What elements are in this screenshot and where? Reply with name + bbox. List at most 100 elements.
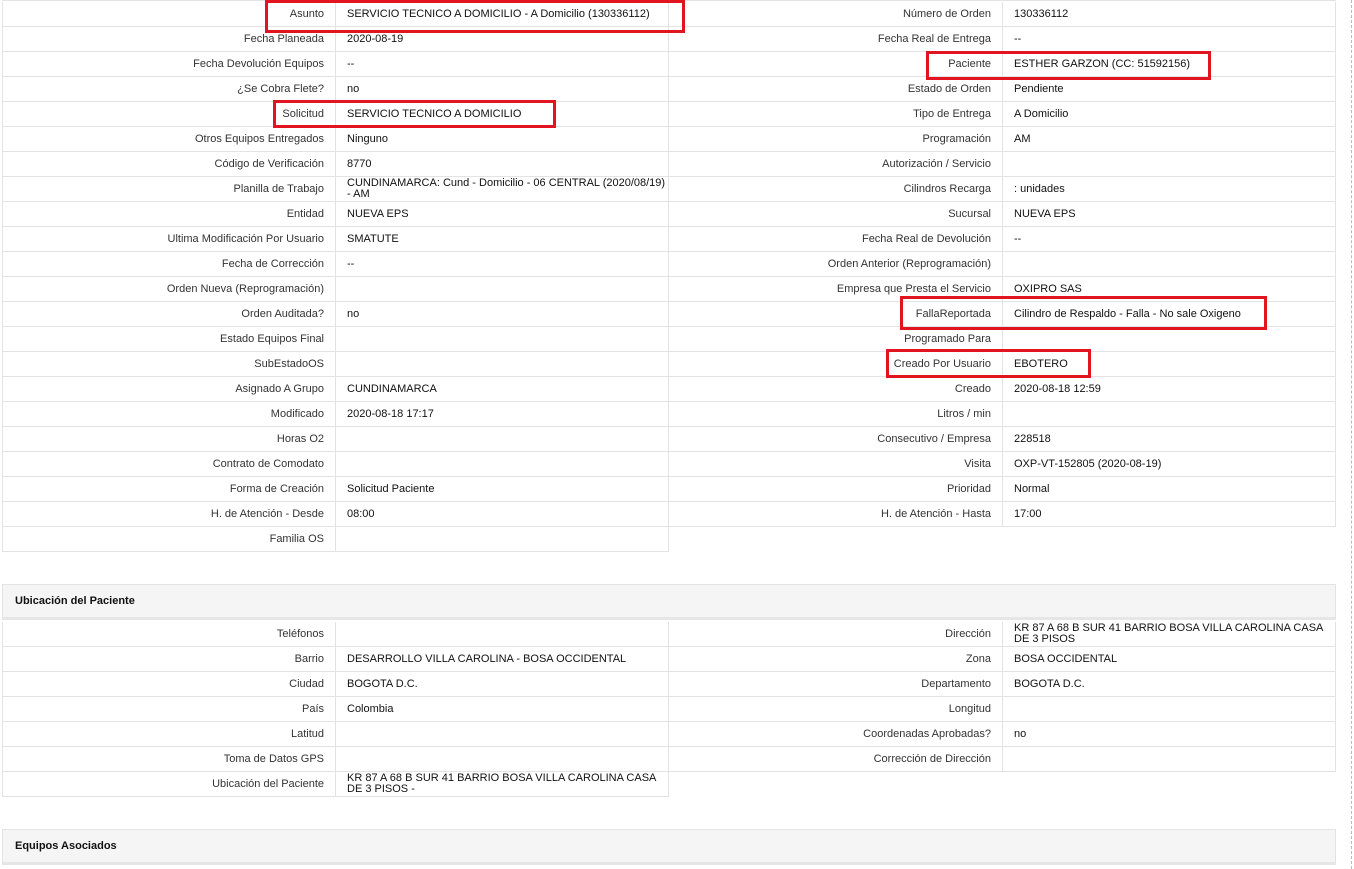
table-row: H. de Atención - Desde 08:00 H. de Atenció…	[2, 502, 1336, 527]
table-row: ¿Se Cobra Flete? no Estado de Orden Pendien…	[2, 77, 1336, 102]
field-value: BOSA OCCIDENTAL	[1003, 647, 1336, 672]
field-label: Latitud	[2, 722, 336, 747]
table-row: Familia OS	[2, 527, 1336, 552]
field-label: Empresa que Presta el Servicio	[669, 277, 1003, 302]
field-value	[336, 747, 669, 772]
field-value: Cilindro de Respaldo - Falla - No sale O…	[1003, 302, 1336, 327]
table-row: Fecha Planeada 2020-08-19 Fecha Real de En…	[2, 27, 1336, 52]
field-value: 8770	[336, 152, 669, 177]
field-value	[1003, 252, 1336, 277]
field-value: CUNDINAMARCA: Cund - Domicilio - 06 CENT…	[336, 177, 669, 202]
table-row: Solicitud SERVICIO TECNICO A DOMICILIO Tip…	[2, 102, 1336, 127]
table-row: Planilla de Trabajo CUNDINAMARCA: Cund - …	[2, 177, 1336, 202]
field-value: Pendiente	[1003, 77, 1336, 102]
table-row: Horas O2 Consecutivo / Empresa 228518	[2, 427, 1336, 452]
field-value	[336, 722, 669, 747]
field-label: Contrato de Comodato	[2, 452, 336, 477]
field-label: País	[2, 697, 336, 722]
field-value: AM	[1003, 127, 1336, 152]
field-label: Prioridad	[669, 477, 1003, 502]
table-row: Fecha de Corrección -- Orden Anterior (Rep…	[2, 252, 1336, 277]
field-label: Corrección de Dirección	[669, 747, 1003, 772]
field-label: Creado Por Usuario	[669, 352, 1003, 377]
table-row: Latitud Coordenadas Aprobadas? no	[2, 722, 1336, 747]
field-label: Solicitud	[2, 102, 336, 127]
field-value	[336, 622, 669, 647]
field-value: 2020-08-19	[336, 27, 669, 52]
section-header-equipment: Equipos Asociados	[2, 829, 1336, 865]
order-details-table: Asunto SERVICIO TECNICO A DOMICILIO - A D…	[2, 2, 1336, 552]
field-value: A Domicilio	[1003, 102, 1336, 127]
table-row: Ubicación del Paciente KR 87 A 68 B SUR 4…	[2, 772, 1336, 797]
field-value: BOGOTA D.C.	[336, 672, 669, 697]
table-row: Modificado 2020-08-18 17:17 Litros / min	[2, 402, 1336, 427]
field-label: Paciente	[669, 52, 1003, 77]
field-label: Orden Nueva (Reprogramación)	[2, 277, 336, 302]
field-label: Cilindros Recarga	[669, 177, 1003, 202]
field-label: Programado Para	[669, 327, 1003, 352]
field-value: 2020-08-18 17:17	[336, 402, 669, 427]
field-label: Orden Auditada?	[2, 302, 336, 327]
field-label: Longitud	[669, 697, 1003, 722]
field-value: BOGOTA D.C.	[1003, 672, 1336, 697]
field-label: Departamento	[669, 672, 1003, 697]
field-label: Zona	[669, 647, 1003, 672]
field-label: ¿Se Cobra Flete?	[2, 77, 336, 102]
field-label: Programación	[669, 127, 1003, 152]
field-label: Dirección	[669, 622, 1003, 647]
field-label: Coordenadas Aprobadas?	[669, 722, 1003, 747]
table-row: Toma de Datos GPS Corrección de Dirección	[2, 747, 1336, 772]
field-value: NUEVA EPS	[336, 202, 669, 227]
table-row: Barrio DESARROLLO VILLA CAROLINA - BOSA O…	[2, 647, 1336, 672]
scrollbar-edge	[1350, 0, 1352, 869]
field-label: Orden Anterior (Reprogramación)	[669, 252, 1003, 277]
field-label: Estado de Orden	[669, 77, 1003, 102]
field-value: DESARROLLO VILLA CAROLINA - BOSA OCCIDEN…	[336, 647, 669, 672]
field-value: NUEVA EPS	[1003, 202, 1336, 227]
field-label: Autorización / Servicio	[669, 152, 1003, 177]
table-row: Otros Equipos Entregados Ninguno Programac…	[2, 127, 1336, 152]
field-label: SubEstadoOS	[2, 352, 336, 377]
table-row: Asunto SERVICIO TECNICO A DOMICILIO - A D…	[2, 2, 1336, 27]
table-row: Entidad NUEVA EPS Sucursal NUEVA EPS	[2, 202, 1336, 227]
field-label: Sucursal	[669, 202, 1003, 227]
table-row: SubEstadoOS Creado Por Usuario EBOTERO	[2, 352, 1336, 377]
field-value: SMATUTE	[336, 227, 669, 252]
field-value	[1003, 152, 1336, 177]
field-value	[1003, 402, 1336, 427]
field-value: 130336112	[1003, 2, 1336, 27]
table-row: Ultima Modificación Por Usuario SMATUTE Fe…	[2, 227, 1336, 252]
field-value: Ninguno	[336, 127, 669, 152]
field-value: EBOTERO	[1003, 352, 1336, 377]
field-label: Otros Equipos Entregados	[2, 127, 336, 152]
table-row: Teléfonos Dirección KR 87 A 68 B SUR 41 BA…	[2, 622, 1336, 647]
field-value: ESTHER GARZON (CC: 51592156)	[1003, 52, 1336, 77]
patient-location-table: Teléfonos Dirección KR 87 A 68 B SUR 41 BA…	[2, 622, 1336, 797]
field-label: Fecha Real de Entrega	[669, 27, 1003, 52]
field-value	[336, 277, 669, 302]
table-row: Orden Nueva (Reprogramación) Empresa que …	[2, 277, 1336, 302]
section-title: Ubicación del Paciente	[15, 595, 135, 607]
field-value: no	[336, 77, 669, 102]
field-label: Ubicación del Paciente	[2, 772, 336, 797]
field-value	[336, 452, 669, 477]
field-label: Toma de Datos GPS	[2, 747, 336, 772]
field-label: Tipo de Entrega	[669, 102, 1003, 127]
field-value: no	[1003, 722, 1336, 747]
field-label: Litros / min	[669, 402, 1003, 427]
field-label: H. de Atención - Hasta	[669, 502, 1003, 527]
field-label: Estado Equipos Final	[2, 327, 336, 352]
field-label: Horas O2	[2, 427, 336, 452]
field-value: KR 87 A 68 B SUR 41 BARRIO BOSA VILLA CA…	[1003, 622, 1336, 647]
section-title: Equipos Asociados	[15, 840, 117, 852]
field-label: Forma de Creación	[2, 477, 336, 502]
field-value: 2020-08-18 12:59	[1003, 377, 1336, 402]
table-row: Fecha Devolución Equipos -- Paciente ESTHER…	[2, 52, 1336, 77]
field-value	[1003, 697, 1336, 722]
field-label: Ciudad	[2, 672, 336, 697]
field-label: Código de Verificación	[2, 152, 336, 177]
field-label: Asignado A Grupo	[2, 377, 336, 402]
field-value: no	[336, 302, 669, 327]
field-value: Normal	[1003, 477, 1336, 502]
field-value	[336, 527, 669, 552]
